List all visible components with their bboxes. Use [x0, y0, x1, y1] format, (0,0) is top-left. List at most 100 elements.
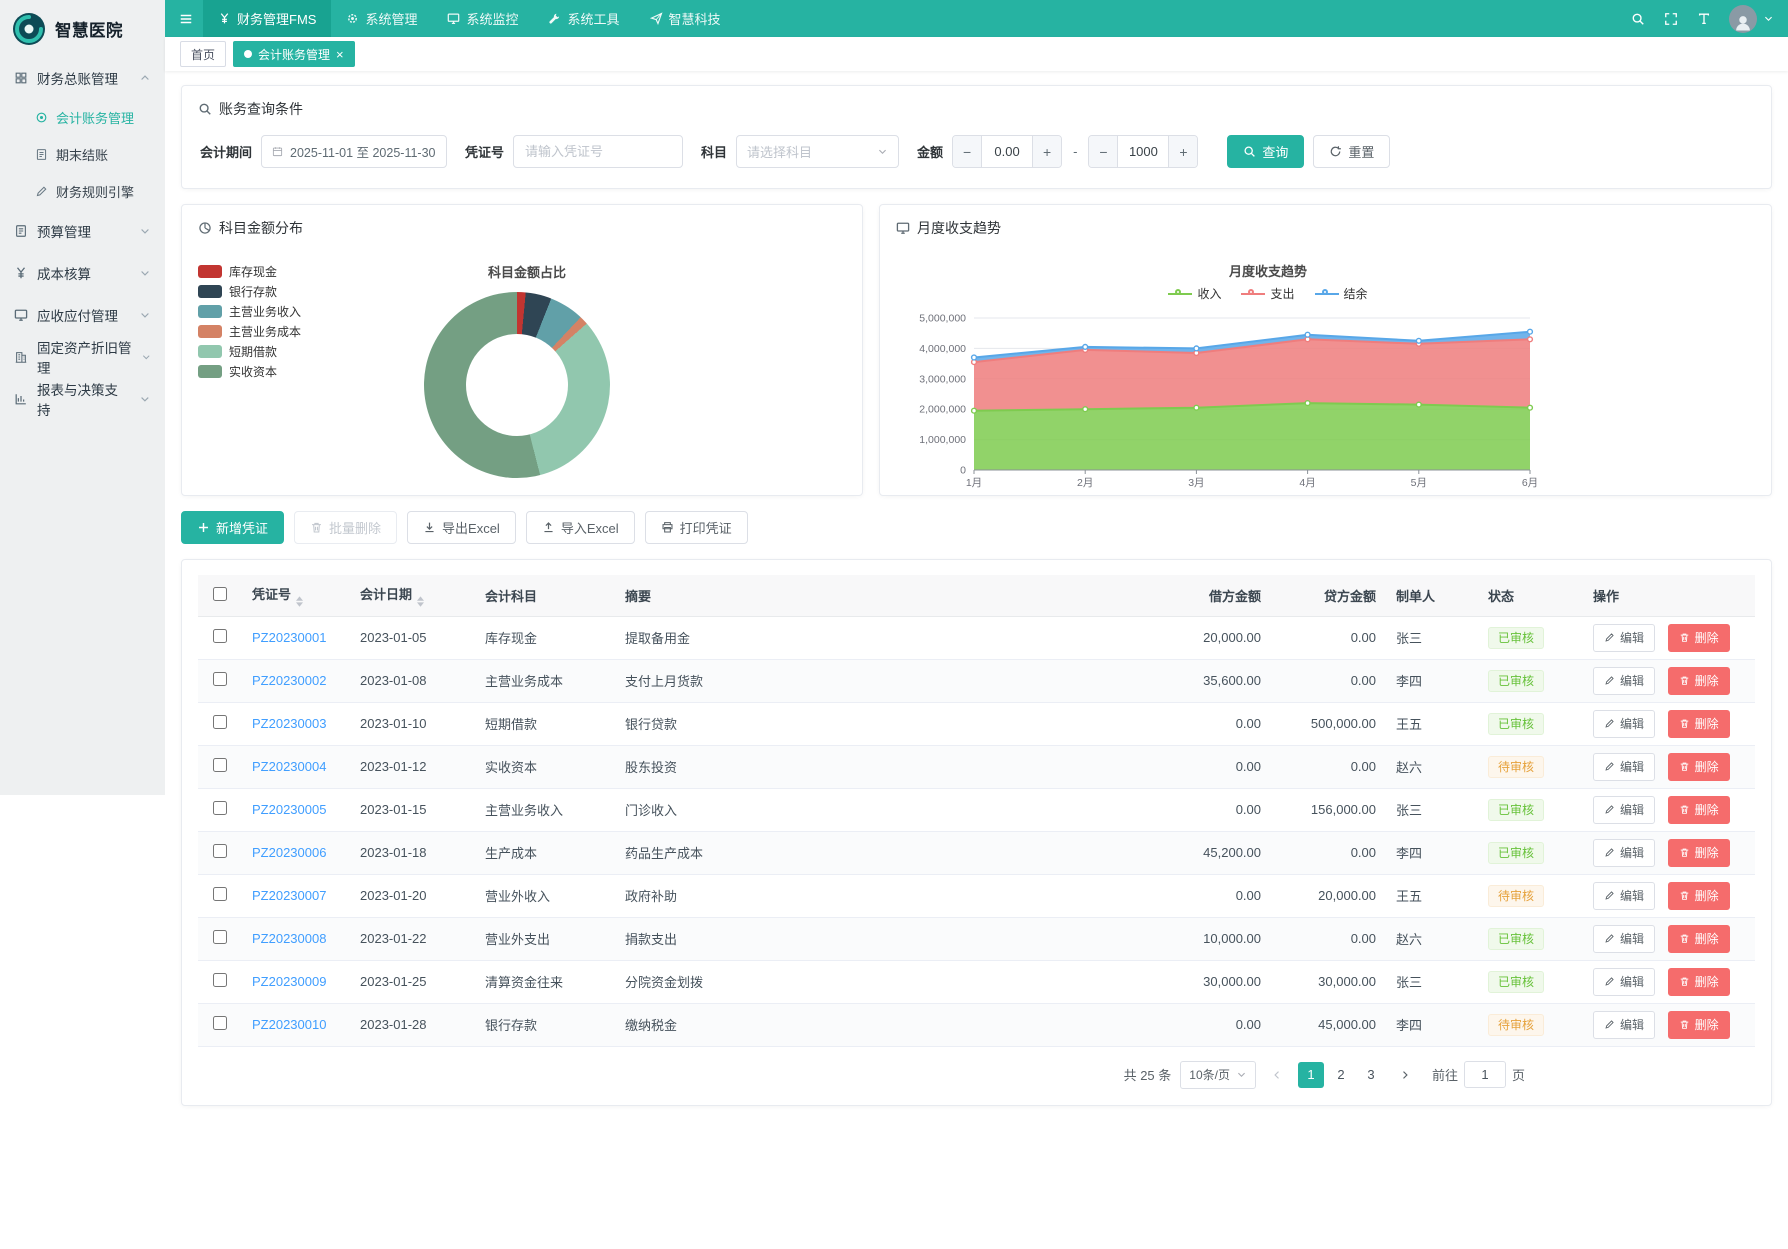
tab-1[interactable]: 会计账务管理× — [233, 41, 355, 67]
donut-ring[interactable] — [424, 292, 610, 478]
import-excel-button[interactable]: 导入Excel — [526, 511, 635, 544]
sidebar-section-4[interactable]: 固定资产折旧管理 — [0, 336, 165, 378]
decrease-button[interactable]: − — [953, 136, 982, 167]
edit-button[interactable]: 编辑 — [1593, 925, 1655, 953]
delete-button[interactable]: 删除 — [1668, 796, 1730, 824]
legend-item[interactable]: 实收资本 — [198, 364, 348, 378]
page-2[interactable]: 2 — [1328, 1062, 1354, 1088]
legend-item[interactable]: 支出 — [1241, 285, 1294, 302]
edit-button[interactable]: 编辑 — [1593, 968, 1655, 996]
area-chart-canvas[interactable]: 5,000,0004,000,0003,000,0002,000,0001,00… — [888, 306, 1763, 506]
tab-0[interactable]: 首页 — [180, 41, 226, 67]
row-checkbox[interactable] — [213, 844, 227, 858]
add-voucher-button[interactable]: 新增凭证 — [181, 511, 284, 544]
column-header-1[interactable]: 会计日期 — [350, 575, 475, 616]
edit-button[interactable]: 编辑 — [1593, 753, 1655, 781]
edit-button[interactable]: 编辑 — [1593, 1011, 1655, 1039]
period-range-input[interactable]: 2025-11-01 至 2025-11-30 — [261, 135, 447, 168]
edit-button[interactable]: 编辑 — [1593, 882, 1655, 910]
voucher-link[interactable]: PZ20230001 — [252, 630, 326, 645]
page-size-select[interactable]: 10条/页 — [1180, 1061, 1256, 1089]
sidebar-item-0-0[interactable]: 会计账务管理 — [0, 99, 165, 136]
batch-delete-button[interactable]: 批量删除 — [294, 511, 397, 544]
legend-item[interactable]: 库存现金 — [198, 264, 348, 278]
sidebar-section-5[interactable]: 报表与决策支持 — [0, 378, 165, 420]
sidebar-section-1[interactable]: 预算管理 — [0, 210, 165, 252]
topnav-item-3[interactable]: 系统工具 — [533, 0, 634, 37]
row-checkbox[interactable] — [213, 1016, 227, 1030]
column-header-0[interactable]: 凭证号 — [242, 575, 350, 616]
legend-item[interactable]: 收入 — [1168, 285, 1221, 302]
font-size-button[interactable] — [1689, 0, 1719, 37]
sidebar-section-0[interactable]: 财务总账管理 — [0, 57, 165, 99]
voucher-link[interactable]: PZ20230010 — [252, 1017, 326, 1032]
legend-item[interactable]: 主营业务收入 — [198, 304, 348, 318]
row-checkbox[interactable] — [213, 887, 227, 901]
edit-button[interactable]: 编辑 — [1593, 796, 1655, 824]
row-checkbox[interactable] — [213, 672, 227, 686]
search-button[interactable]: 查询 — [1227, 135, 1304, 168]
row-checkbox[interactable] — [213, 973, 227, 987]
row-checkbox[interactable] — [213, 629, 227, 643]
topnav-item-4[interactable]: 智慧科技 — [635, 0, 736, 37]
next-page-button[interactable] — [1393, 1061, 1417, 1089]
amount-max-input[interactable] — [1118, 136, 1168, 167]
edit-button[interactable]: 编辑 — [1593, 710, 1655, 738]
sidebar-toggle-button[interactable] — [171, 0, 201, 37]
delete-button[interactable]: 删除 — [1668, 1011, 1730, 1039]
delete-button[interactable]: 删除 — [1668, 925, 1730, 953]
goto-page-input[interactable] — [1464, 1061, 1506, 1088]
edit-button[interactable]: 编辑 — [1593, 624, 1655, 652]
decrease-button[interactable]: − — [1089, 136, 1118, 167]
prev-page-button[interactable] — [1265, 1061, 1289, 1089]
legend-item[interactable]: 短期借款 — [198, 344, 348, 358]
voucher-link[interactable]: PZ20230005 — [252, 802, 326, 817]
subject-select[interactable]: 请选择科目 — [736, 135, 899, 168]
sidebar-section-3[interactable]: 应收应付管理 — [0, 294, 165, 336]
sidebar-item-0-1[interactable]: 期末结账 — [0, 136, 165, 173]
sidebar-section-2[interactable]: 成本核算 — [0, 252, 165, 294]
increase-button[interactable]: + — [1032, 136, 1061, 167]
delete-button[interactable]: 删除 — [1668, 968, 1730, 996]
delete-button[interactable]: 删除 — [1668, 710, 1730, 738]
amount-min-input[interactable] — [982, 136, 1032, 167]
voucher-no-input[interactable] — [513, 135, 683, 168]
sort-icons[interactable] — [296, 596, 303, 607]
sort-icons[interactable] — [417, 596, 424, 607]
voucher-link[interactable]: PZ20230006 — [252, 845, 326, 860]
delete-button[interactable]: 删除 — [1668, 667, 1730, 695]
increase-button[interactable]: + — [1168, 136, 1197, 167]
page-3[interactable]: 3 — [1358, 1062, 1384, 1088]
voucher-link[interactable]: PZ20230008 — [252, 931, 326, 946]
navbar-search-button[interactable] — [1623, 0, 1653, 37]
reset-button[interactable]: 重置 — [1313, 135, 1390, 168]
delete-button[interactable]: 删除 — [1668, 839, 1730, 867]
edit-button[interactable]: 编辑 — [1593, 839, 1655, 867]
page-1[interactable]: 1 — [1298, 1062, 1324, 1088]
topnav-item-2[interactable]: 系统监控 — [432, 0, 533, 37]
row-checkbox[interactable] — [213, 801, 227, 815]
delete-button[interactable]: 删除 — [1668, 882, 1730, 910]
legend-item[interactable]: 银行存款 — [198, 284, 348, 298]
user-menu-button[interactable] — [1760, 0, 1776, 37]
fullscreen-button[interactable] — [1656, 0, 1686, 37]
voucher-link[interactable]: PZ20230003 — [252, 716, 326, 731]
export-excel-button[interactable]: 导出Excel — [407, 511, 516, 544]
voucher-link[interactable]: PZ20230004 — [252, 759, 326, 774]
topnav-item-1[interactable]: 系统管理 — [331, 0, 432, 37]
delete-button[interactable]: 删除 — [1668, 753, 1730, 781]
topnav-item-0[interactable]: 财务管理FMS — [203, 0, 331, 37]
row-checkbox[interactable] — [213, 715, 227, 729]
sidebar-item-0-2[interactable]: 财务规则引擎 — [0, 173, 165, 210]
close-icon[interactable]: × — [336, 48, 344, 61]
row-checkbox[interactable] — [213, 758, 227, 772]
voucher-link[interactable]: PZ20230007 — [252, 888, 326, 903]
avatar[interactable] — [1729, 5, 1757, 33]
print-voucher-button[interactable]: 打印凭证 — [645, 511, 748, 544]
legend-item[interactable]: 结余 — [1315, 285, 1368, 302]
row-checkbox[interactable] — [213, 930, 227, 944]
voucher-link[interactable]: PZ20230009 — [252, 974, 326, 989]
edit-button[interactable]: 编辑 — [1593, 667, 1655, 695]
select-all-checkbox[interactable] — [213, 587, 227, 601]
delete-button[interactable]: 删除 — [1668, 624, 1730, 652]
